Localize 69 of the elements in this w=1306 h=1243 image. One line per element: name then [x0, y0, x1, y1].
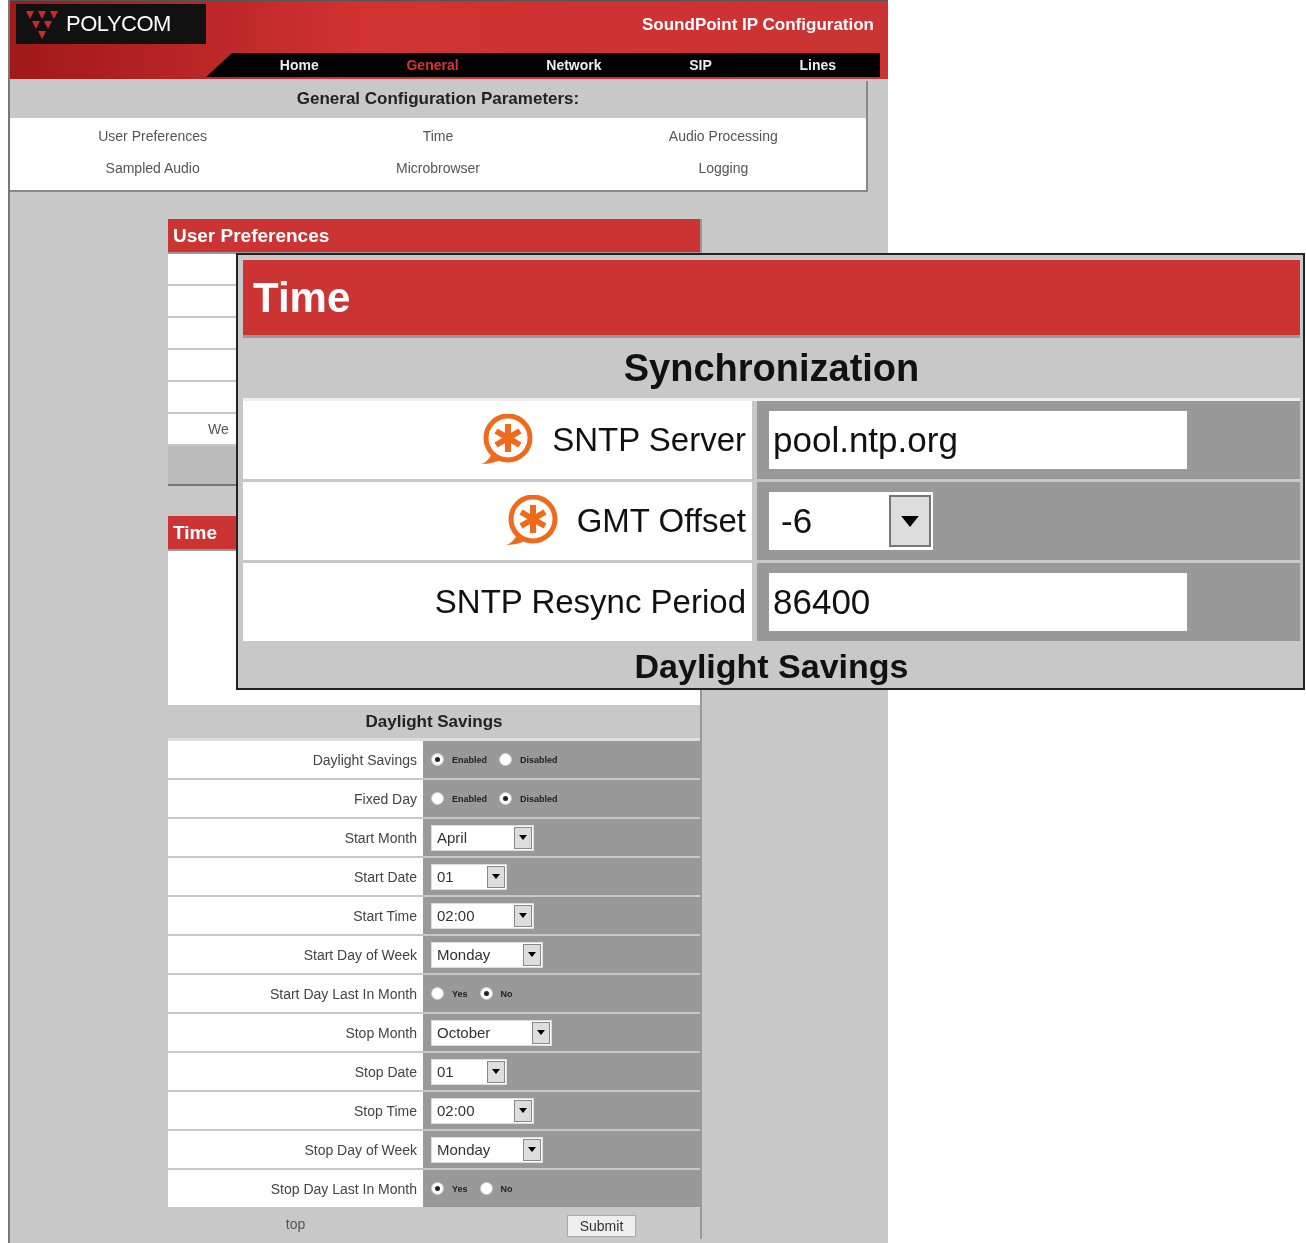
radio-button[interactable]	[479, 1182, 493, 1195]
caret-icon	[523, 1138, 541, 1161]
section-header: User Preferences	[168, 219, 700, 254]
field-label: Start Day of Week	[303, 946, 417, 963]
radio-button[interactable]	[499, 792, 512, 805]
caret-icon	[514, 826, 532, 849]
field-label: Start Month	[344, 829, 417, 846]
radio-label: Enabled	[452, 793, 487, 804]
category-link[interactable]: Microbrowser	[295, 154, 581, 186]
category-link[interactable]: Time	[295, 122, 581, 154]
field-label: SNTP Server	[552, 421, 746, 459]
radio-label: Enabled	[452, 754, 487, 765]
panel-title: General Configuration Parameters:	[10, 81, 866, 118]
radio-button[interactable]	[431, 987, 444, 1000]
dropdown[interactable]: Monday	[431, 1136, 543, 1163]
dropdown[interactable]: 01	[431, 863, 507, 890]
field-label: Start Time	[353, 907, 417, 924]
category-link[interactable]: Sampled Audio	[10, 154, 296, 186]
field-label: Stop Time	[353, 1102, 417, 1119]
app-title: SoundPoint IP Configuration	[642, 15, 874, 35]
field-label: Start Day Last In Month	[269, 985, 417, 1002]
radio-label: Yes	[452, 1183, 468, 1194]
input-field[interactable]: pool.ntp.org	[769, 411, 1187, 469]
field-label: Stop Day of Week	[304, 1141, 417, 1158]
caret-icon	[514, 904, 532, 927]
dropdown[interactable]: 02:00	[431, 902, 534, 929]
field-label: Stop Date	[354, 1063, 417, 1080]
caret-icon	[487, 1060, 505, 1083]
top-link[interactable]: top	[285, 1216, 306, 1232]
nav-tab[interactable]: General	[406, 57, 459, 73]
radio-button[interactable]	[431, 1182, 444, 1195]
radio-label: Disabled	[520, 793, 558, 804]
field-label: We	[208, 421, 229, 437]
radio-button[interactable]	[431, 792, 444, 805]
dropdown[interactable]: 01	[431, 1058, 507, 1085]
dropdown[interactable]: October	[431, 1019, 552, 1046]
dropdown[interactable]: April	[431, 824, 534, 851]
radio-button[interactable]	[431, 753, 444, 766]
input-field[interactable]: 86400	[769, 573, 1187, 631]
field-label: SNTP Resync Period	[434, 583, 746, 621]
nav-tab[interactable]: Lines	[799, 57, 837, 73]
radio-label: Disabled	[520, 754, 558, 765]
caret-icon	[532, 1021, 550, 1044]
radio-label: Yes	[452, 988, 468, 999]
section-header: Time	[243, 260, 1300, 338]
dropdown[interactable]: 02:00	[431, 1097, 534, 1124]
category-link[interactable]: User Preferences	[10, 122, 296, 154]
radio-button[interactable]	[479, 987, 493, 1000]
nav-tab[interactable]: Network	[546, 57, 602, 73]
submit-button[interactable]: Submit	[566, 1215, 637, 1237]
field-label: Stop Month	[345, 1024, 417, 1041]
radio-button[interactable]	[499, 753, 512, 766]
dropdown[interactable]: -6	[769, 492, 933, 550]
logo-text: POLYCOM	[66, 11, 171, 37]
field-label: Stop Day Last In Month	[270, 1180, 417, 1197]
category-link[interactable]: Logging	[580, 154, 866, 186]
caret-icon	[889, 495, 931, 547]
nav-tab[interactable]: SIP	[689, 57, 712, 73]
radio-label: No	[500, 988, 513, 999]
field-label: Fixed Day	[353, 790, 417, 807]
caret-icon	[487, 865, 505, 888]
caret-icon	[514, 1099, 532, 1122]
dropdown[interactable]: Monday	[431, 941, 543, 968]
category-link[interactable]: Audio Processing	[580, 122, 866, 154]
caret-icon	[523, 943, 541, 966]
radio-label: No	[500, 1183, 513, 1194]
nav-tab[interactable]: Home	[279, 57, 319, 73]
field-label: Start Date	[353, 868, 417, 885]
field-label: Daylight Savings	[312, 751, 417, 768]
